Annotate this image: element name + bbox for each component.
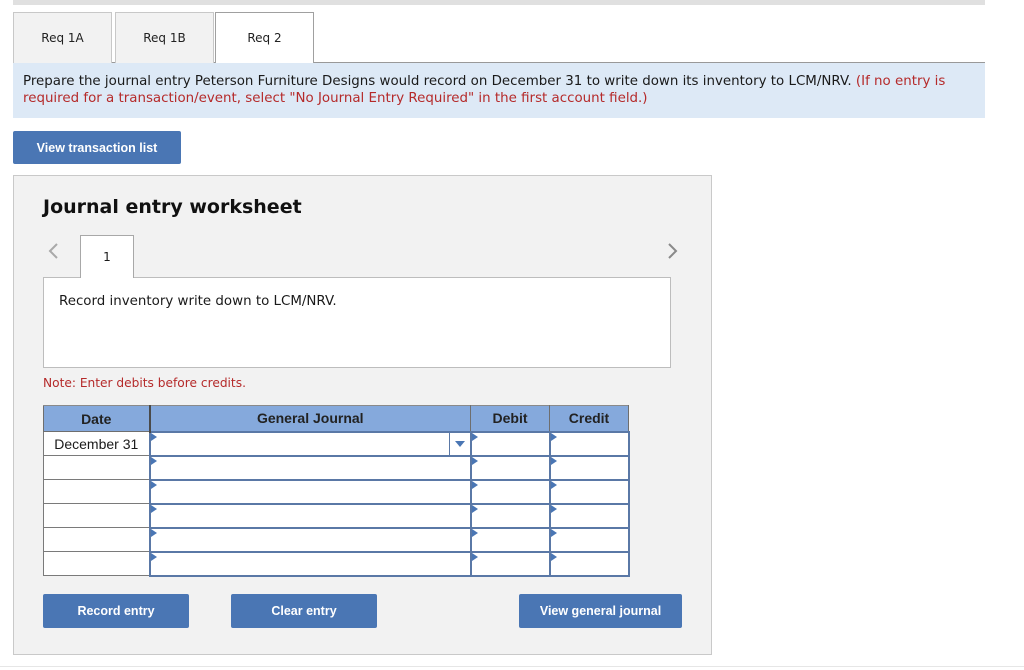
column-header-date: Date [43,405,150,432]
credit-input[interactable] [548,478,630,505]
triangle-right-icon [550,456,557,465]
journal-entry-table: Date General Journal Debit Credit Decemb… [43,405,630,577]
instructions-text: Prepare the journal entry Peterson Furni… [23,74,852,89]
credit-input[interactable] [548,454,630,481]
chevron-left-icon[interactable] [46,241,60,261]
view-general-journal-button[interactable]: View general journal [519,594,682,628]
triangle-right-icon [471,480,478,489]
chevron-right-icon[interactable] [666,241,680,261]
journal-entry-worksheet-panel: Journal entry worksheet 1 Record invento… [13,175,712,655]
column-header-credit: Credit [549,405,629,432]
triangle-right-icon [471,504,478,513]
triangle-right-icon [550,480,557,489]
triangle-right-icon [150,504,157,513]
account-input[interactable] [148,526,472,553]
table-row: December 31 [43,430,630,457]
worksheet-title: Journal entry worksheet [43,196,302,218]
table-row [43,478,630,505]
account-input[interactable] [148,478,472,505]
view-transaction-list-button[interactable]: View transaction list [13,131,181,164]
date-cell [43,455,150,480]
triangle-right-icon [471,432,478,441]
requirement-tabs: Req 1A Req 1B Req 2 [13,12,985,64]
entry-tab-1[interactable]: 1 [80,235,134,278]
date-cell [43,551,150,576]
table-row [43,502,630,529]
triangle-right-icon [550,504,557,513]
triangle-right-icon [471,456,478,465]
caret-down-icon[interactable] [448,432,470,455]
tab-req-2[interactable]: Req 2 [215,12,314,64]
clear-entry-button[interactable]: Clear entry [231,594,377,628]
debits-credits-note: Note: Enter debits before credits. [43,376,246,390]
date-cell: December 31 [43,431,150,456]
triangle-right-icon [150,552,157,561]
entry-description: Record inventory write down to LCM/NRV. [43,277,671,368]
account-input[interactable] [148,550,472,577]
date-cell [43,479,150,504]
debit-input[interactable] [469,526,551,553]
column-header-general-journal: General Journal [148,405,471,432]
triangle-right-icon [471,552,478,561]
date-cell [43,527,150,552]
triangle-right-icon [150,480,157,489]
tab-req-1a[interactable]: Req 1A [13,12,112,63]
date-cell [43,503,150,528]
debit-input[interactable] [469,454,551,481]
top-scroll-edge [13,0,985,5]
instructions-box: Prepare the journal entry Peterson Furni… [13,63,985,118]
credit-input[interactable] [548,550,630,577]
debit-input[interactable] [469,478,551,505]
table-row [43,454,630,481]
debit-input[interactable] [469,550,551,577]
triangle-right-icon [150,432,157,441]
credit-input[interactable] [548,430,630,457]
credit-input[interactable] [548,502,630,529]
table-row [43,550,630,577]
table-row [43,526,630,553]
account-select[interactable] [148,430,472,457]
page-bottom-divider [0,666,1024,667]
triangle-right-icon [550,528,557,537]
triangle-right-icon [550,432,557,441]
record-entry-button[interactable]: Record entry [43,594,189,628]
column-header-debit: Debit [470,405,550,432]
triangle-right-icon [150,456,157,465]
debit-input[interactable] [469,430,551,457]
triangle-right-icon [550,552,557,561]
account-input[interactable] [148,454,472,481]
account-input[interactable] [148,502,472,529]
debit-input[interactable] [469,502,551,529]
credit-input[interactable] [548,526,630,553]
triangle-right-icon [471,528,478,537]
tab-req-1b[interactable]: Req 1B [115,12,214,63]
triangle-right-icon [150,528,157,537]
